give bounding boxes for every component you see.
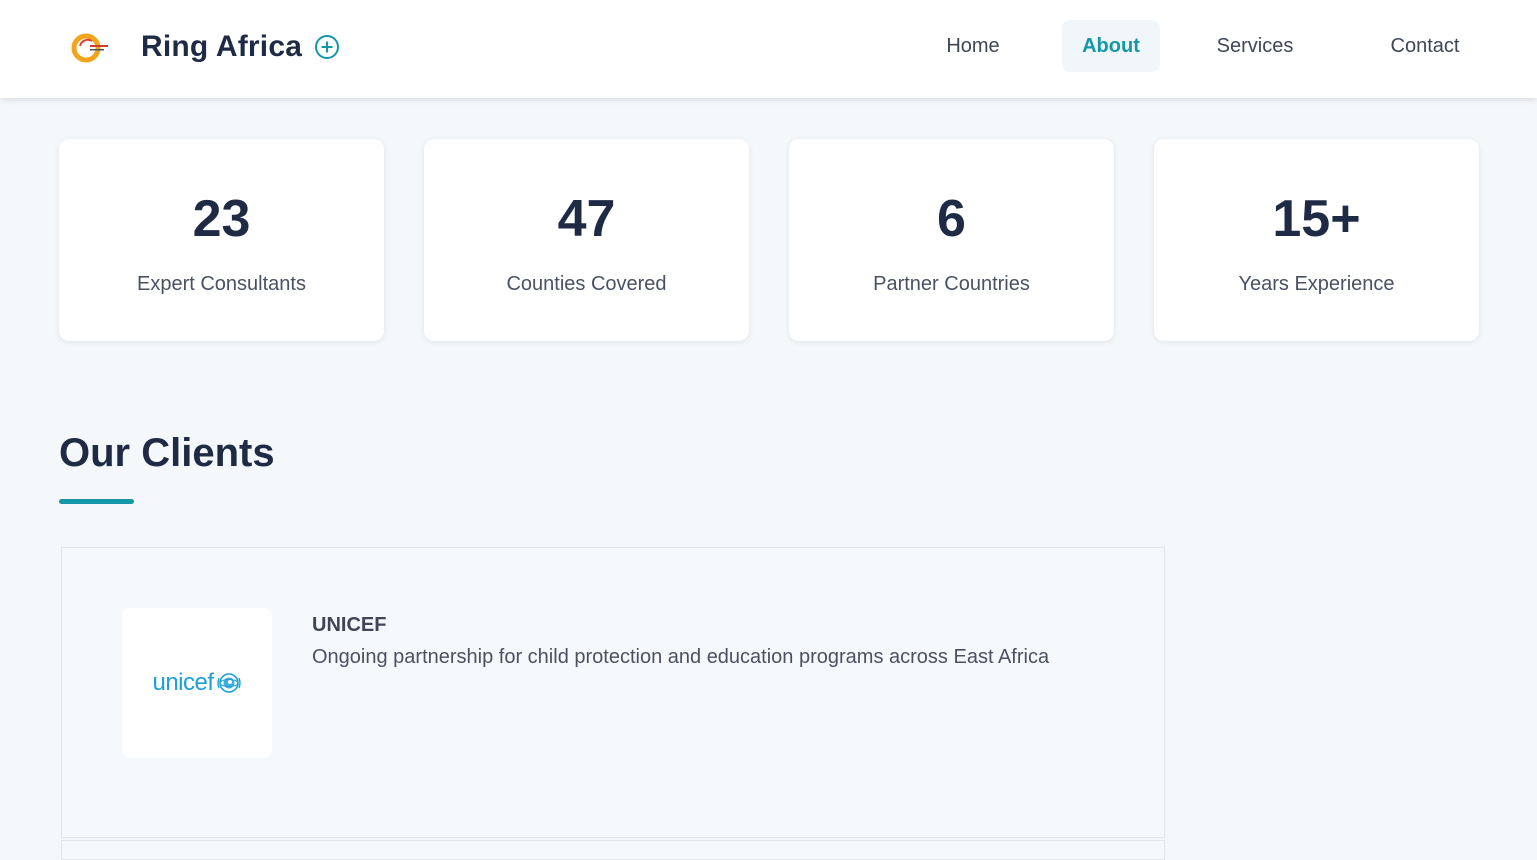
client-description: Ongoing partnership for child protection… bbox=[312, 646, 1050, 668]
nav-home[interactable]: Home bbox=[918, 20, 1028, 72]
unicef-logo-text: unicef bbox=[152, 669, 214, 696]
brand[interactable]: Ring Africa bbox=[70, 24, 340, 70]
stat-label: Years Experience bbox=[1238, 273, 1395, 295]
brand-name: Ring Africa bbox=[141, 30, 303, 63]
stat-card-counties: 47 Counties Covered bbox=[424, 139, 749, 341]
stat-label: Counties Covered bbox=[506, 273, 667, 295]
stat-card-experience: 15+ Years Experience bbox=[1154, 139, 1479, 341]
client-name: UNICEF bbox=[312, 614, 387, 636]
section-title: Our Clients bbox=[59, 431, 275, 475]
client-card-unicef[interactable]: unicef UNICEF Ongoing partnership for ch… bbox=[61, 547, 1165, 838]
nav-about[interactable]: About bbox=[1062, 20, 1160, 72]
globe-icon bbox=[216, 673, 241, 693]
nav-contact[interactable]: Contact bbox=[1363, 20, 1487, 72]
client-logo: unicef bbox=[122, 608, 272, 758]
stat-label: Partner Countries bbox=[873, 273, 1030, 295]
stat-value: 6 bbox=[937, 190, 966, 248]
stat-card-countries: 6 Partner Countries bbox=[789, 139, 1114, 341]
site-header: Ring Africa Home About Services Contact bbox=[0, 0, 1537, 98]
nav-services[interactable]: Services bbox=[1200, 20, 1310, 72]
stat-card-consultants: 23 Expert Consultants bbox=[59, 139, 384, 341]
stat-value: 23 bbox=[192, 190, 251, 248]
stat-label: Expert Consultants bbox=[137, 273, 306, 295]
plus-circle-icon[interactable] bbox=[314, 34, 340, 60]
stat-value: 47 bbox=[557, 190, 616, 248]
unicef-logo: unicef bbox=[152, 669, 241, 697]
stat-value: 15+ bbox=[1272, 190, 1361, 248]
ring-africa-logo-icon bbox=[71, 33, 108, 63]
title-underline bbox=[59, 499, 134, 504]
client-card-next[interactable] bbox=[61, 840, 1165, 860]
